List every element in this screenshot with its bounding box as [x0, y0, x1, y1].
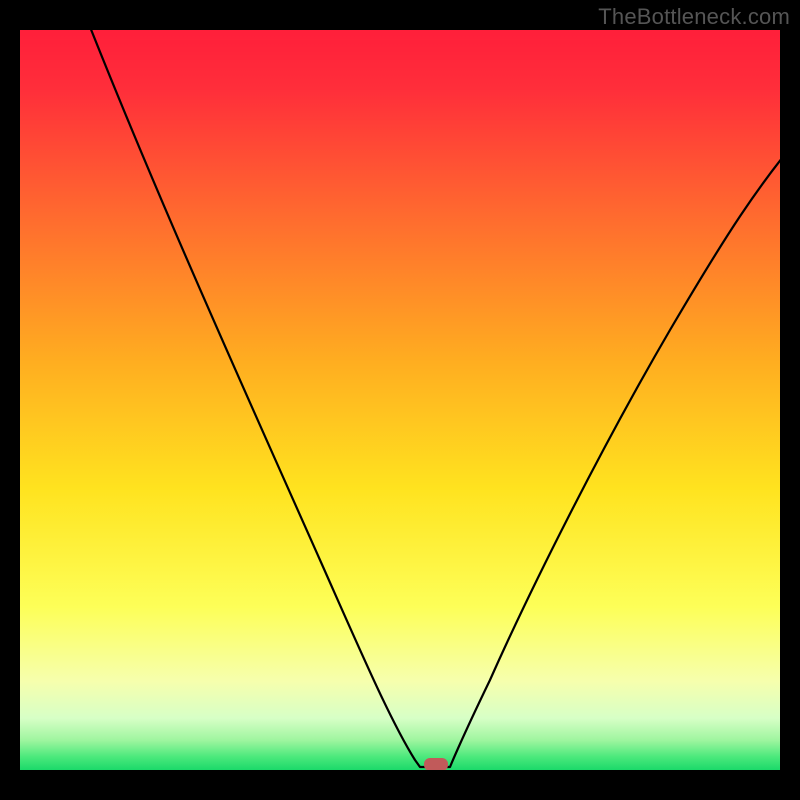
- gradient-background: [20, 30, 780, 770]
- chart-frame: TheBottleneck.com: [0, 0, 800, 800]
- plot-area: [20, 30, 780, 770]
- optimal-point-marker: [424, 758, 448, 770]
- watermark-text: TheBottleneck.com: [598, 4, 790, 30]
- chart-svg: [20, 30, 780, 770]
